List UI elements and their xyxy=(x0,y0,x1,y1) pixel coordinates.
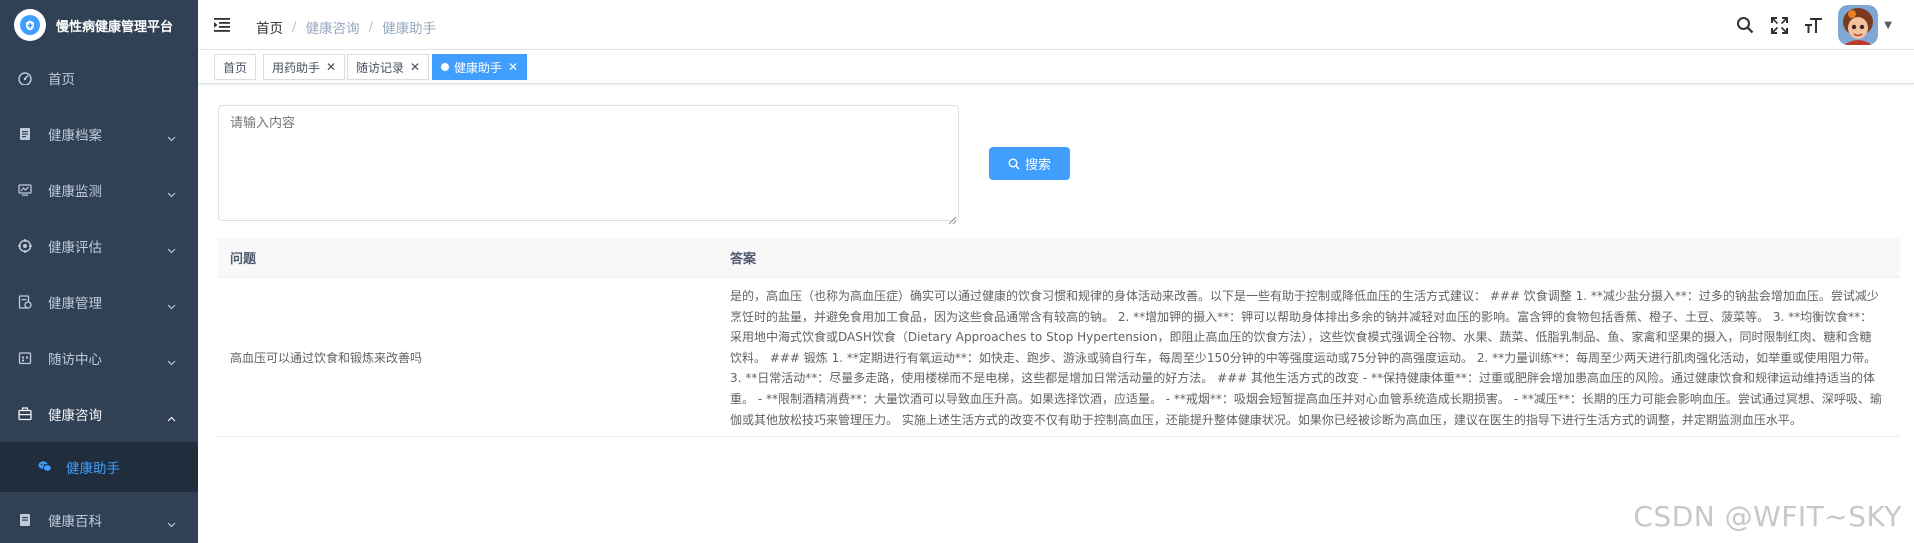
dashboard-icon xyxy=(18,71,32,85)
sidebar-subitem-assistant[interactable]: 健康助手 xyxy=(0,442,198,492)
logo-area[interactable]: 慢性病健康管理平台 xyxy=(0,0,198,50)
search-icon xyxy=(1008,158,1020,170)
sidebar-item-manage[interactable]: 健康管理 xyxy=(0,274,198,330)
qa-table: 问题 答案 高血压可以通过饮食和锻炼来改善吗 是的，高血压（也称为高血压症）确实… xyxy=(218,238,1900,438)
chevron-up-icon xyxy=(167,410,176,426)
tag-home[interactable]: 首页 xyxy=(214,54,257,80)
resize-grip-icon[interactable] xyxy=(948,210,957,225)
fullscreen-icon[interactable] xyxy=(1762,0,1796,50)
sidebar-item-monitor[interactable]: 健康监测 xyxy=(0,162,198,218)
sidebar-item-label: 健康档案 xyxy=(48,128,102,144)
search-icon[interactable] xyxy=(1728,0,1762,50)
sidebar-item-label: 健康监测 xyxy=(48,184,102,200)
app-title: 慢性病健康管理平台 xyxy=(56,19,174,35)
font-size-icon[interactable] xyxy=(1796,0,1830,50)
table-header: 问题 答案 xyxy=(218,238,1900,278)
tag-label: 健康助手 xyxy=(454,60,503,75)
breadcrumb: 首页 / 健康咨询 / 健康助手 xyxy=(256,17,436,37)
book-icon xyxy=(18,513,32,527)
close-icon[interactable]: ✕ xyxy=(410,60,420,74)
sidebar-item-home[interactable]: 首页 xyxy=(0,50,198,106)
sidebar-item-encyclopedia[interactable]: 健康百科 xyxy=(0,492,198,543)
chevron-down-icon xyxy=(167,516,176,532)
search-button-label: 搜索 xyxy=(1024,158,1051,173)
table-row[interactable]: 高血压可以通过饮食和锻炼来改善吗 是的，高血压（也称为高血压症）确实可以通过健康… xyxy=(218,278,1900,438)
close-icon[interactable]: ✕ xyxy=(508,60,518,74)
chevron-down-icon xyxy=(167,242,176,258)
close-icon[interactable]: ✕ xyxy=(326,60,336,74)
breadcrumb-home[interactable]: 首页 xyxy=(256,17,283,37)
hamburger-icon[interactable] xyxy=(214,17,230,32)
column-header-question: 问题 xyxy=(230,252,257,267)
sidebar-item-label: 健康百科 xyxy=(48,514,102,530)
question-cell: 高血压可以通过饮食和锻炼来改善吗 xyxy=(230,350,423,365)
tag-medication[interactable]: 用药助手 ✕ xyxy=(263,54,346,80)
consult-icon xyxy=(18,407,32,421)
breadcrumb-separator: / xyxy=(368,19,374,35)
sidebar: 慢性病健康管理平台 首页 健康档案 健康监测 健康评估 健康管理 随访中心 健康… xyxy=(0,0,198,543)
sidebar-item-label: 健康咨询 xyxy=(48,408,102,424)
calendar-icon xyxy=(18,351,32,365)
sidebar-item-label: 随访中心 xyxy=(48,352,102,368)
sidebar-item-followup[interactable]: 随访中心 xyxy=(0,330,198,386)
monitor-icon xyxy=(18,183,32,197)
manage-icon xyxy=(18,295,32,309)
search-button[interactable]: 搜索 xyxy=(989,147,1070,180)
breadcrumb-level2: 健康助手 xyxy=(382,21,437,37)
caret-down-icon[interactable]: ▼ xyxy=(1884,20,1892,31)
sidebar-item-records[interactable]: 健康档案 xyxy=(0,106,198,162)
document-icon xyxy=(18,127,32,141)
tag-label: 用药助手 xyxy=(272,60,321,75)
tags-view: 首页 用药助手 ✕ 随访记录 ✕ 健康助手 ✕ xyxy=(198,50,1914,84)
wechat-icon xyxy=(38,460,52,474)
chevron-down-icon xyxy=(167,130,176,146)
answer-cell: 是的，高血压（也称为高血压症）确实可以通过健康的饮食习惯和规律的身体活动来改善。… xyxy=(730,289,1882,427)
navbar-actions: ▼ xyxy=(1728,0,1914,50)
chevron-down-icon xyxy=(167,298,176,314)
chevron-down-icon xyxy=(167,354,176,370)
query-input[interactable] xyxy=(218,105,959,221)
avatar[interactable] xyxy=(1838,5,1879,45)
sidebar-item-label: 健康管理 xyxy=(48,296,102,312)
tag-label: 随访记录 xyxy=(356,60,405,75)
tag-assistant[interactable]: 健康助手 ✕ xyxy=(432,54,528,80)
sidebar-item-consult[interactable]: 健康咨询 xyxy=(0,386,198,442)
breadcrumb-level1: 健康咨询 xyxy=(305,21,360,37)
sidebar-subitem-label: 健康助手 xyxy=(66,461,120,477)
logo-icon xyxy=(14,9,46,41)
sidebar-item-label: 健康评估 xyxy=(48,240,102,256)
sidebar-item-label: 首页 xyxy=(48,72,75,88)
column-header-answer: 答案 xyxy=(730,252,757,267)
app-root: 慢性病健康管理平台 首页 健康档案 健康监测 健康评估 健康管理 随访中心 健康… xyxy=(0,0,1914,543)
watermark: CSDN @WFIT~SKY xyxy=(1633,500,1902,533)
assess-icon xyxy=(18,239,32,253)
tag-followup[interactable]: 随访记录 ✕ xyxy=(347,54,430,80)
sidebar-item-assess[interactable]: 健康评估 xyxy=(0,218,198,274)
breadcrumb-separator: / xyxy=(292,19,297,35)
active-dot-icon xyxy=(441,63,449,71)
top-navbar: 首页 / 健康咨询 / 健康助手 ▼ xyxy=(198,0,1914,50)
chevron-down-icon xyxy=(167,186,176,202)
tag-label: 首页 xyxy=(223,60,248,75)
